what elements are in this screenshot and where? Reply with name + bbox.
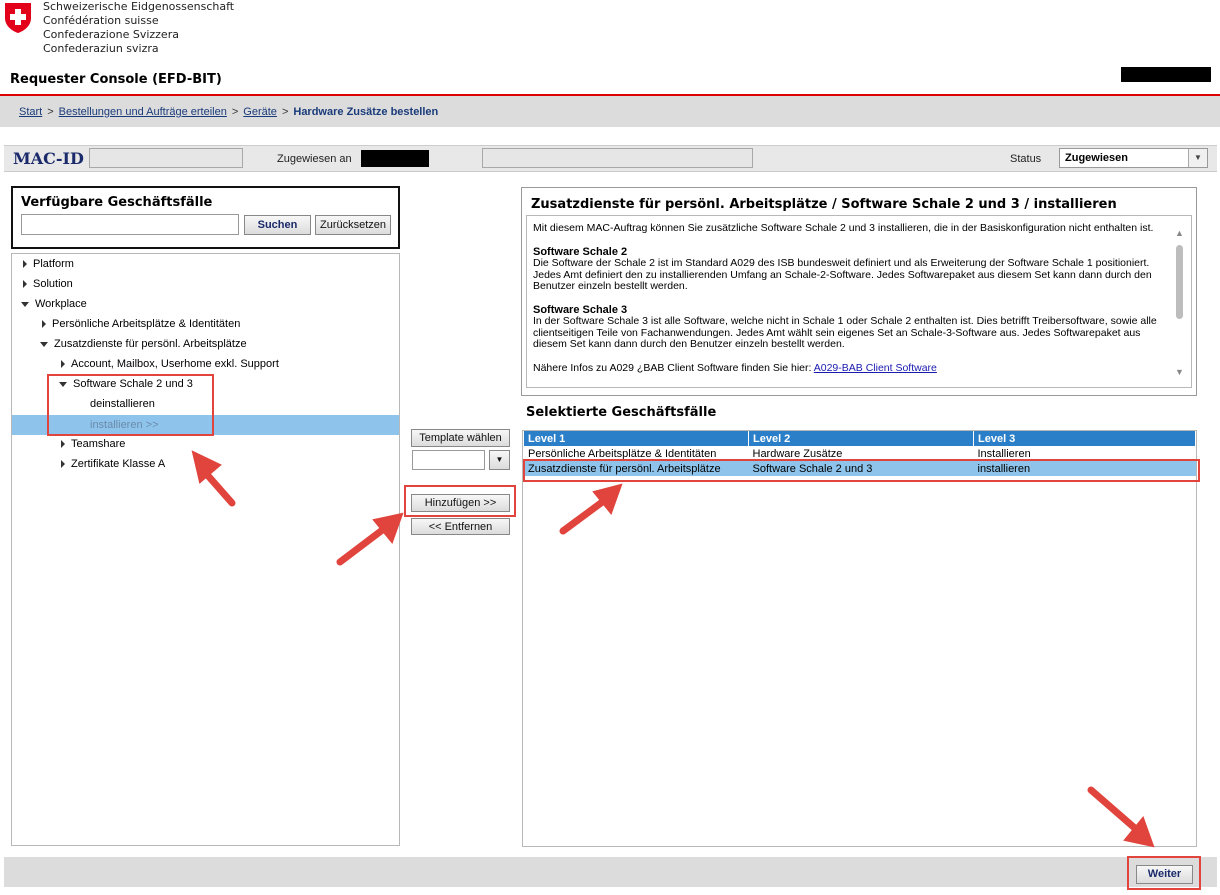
arrow-icon	[191, 450, 236, 507]
annotation-arrows	[191, 450, 1155, 848]
arrow-icon	[1087, 786, 1155, 848]
arrow-icon	[336, 512, 404, 566]
arrow-icon	[559, 483, 623, 535]
